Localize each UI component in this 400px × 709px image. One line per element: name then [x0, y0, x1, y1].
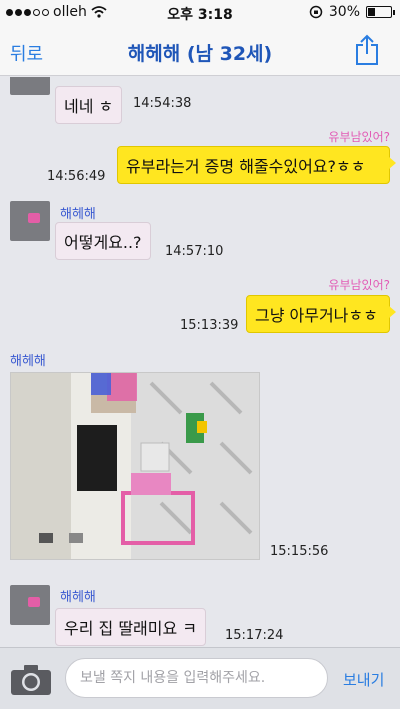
orientation-lock-icon — [309, 5, 323, 19]
sender-name: 해헤해 — [10, 354, 46, 369]
status-bar: olleh 오후 3:18 30% — [0, 0, 400, 26]
message-time: 14:54:38 — [133, 96, 192, 111]
message-bubble[interactable]: 유부라는거 증명 해줄수있어요?ㅎㅎ — [117, 146, 390, 184]
message-bubble[interactable]: 그냥 아무거나ㅎㅎ — [246, 295, 390, 333]
avatar[interactable] — [10, 77, 50, 95]
nav-bar: 뒤로 해헤해 (남 32세) — [0, 26, 400, 76]
bubble-tail — [389, 306, 396, 318]
message-time: 14:56:49 — [47, 169, 106, 184]
message-time: 14:57:10 — [165, 244, 224, 259]
camera-button[interactable] — [10, 664, 52, 700]
camera-icon — [11, 665, 51, 695]
battery-icon — [366, 6, 395, 18]
message-bubble[interactable]: 우리 집 딸래미요 ㅋ — [55, 608, 207, 646]
photo-image — [11, 373, 259, 559]
message-bubble[interactable]: 어떻게요..? — [55, 222, 151, 260]
message-time: 15:17:24 — [225, 628, 284, 643]
avatar[interactable] — [10, 201, 50, 241]
avatar[interactable] — [10, 585, 50, 625]
message-time: 15:15:56 — [270, 544, 329, 559]
send-button[interactable]: 보내기 — [343, 669, 384, 690]
sender-name: 해헤해 — [60, 207, 96, 222]
share-icon — [356, 34, 378, 65]
bubble-tail — [389, 157, 396, 169]
share-button[interactable] — [354, 34, 380, 70]
page-title: 해헤해 (남 32세) — [127, 43, 273, 65]
sender-name: 해헤해 — [60, 590, 96, 605]
chat-area[interactable]: 네네 ㅎ 14:54:38 유부남있어? 유부라는거 증명 해줄수있어요?ㅎㅎ … — [0, 77, 400, 647]
message-bubble[interactable]: 네네 ㅎ — [55, 86, 123, 124]
message-time: 15:13:39 — [180, 318, 239, 333]
message-sub-label: 유부남있어? — [328, 278, 390, 292]
battery-percent: 30% — [328, 4, 360, 20]
photo-attachment[interactable] — [10, 372, 260, 560]
status-right: 30% — [309, 4, 395, 20]
message-sub-label: 유부남있어? — [328, 130, 390, 144]
input-bar: 보내기 — [0, 647, 400, 709]
message-input[interactable] — [65, 658, 328, 698]
